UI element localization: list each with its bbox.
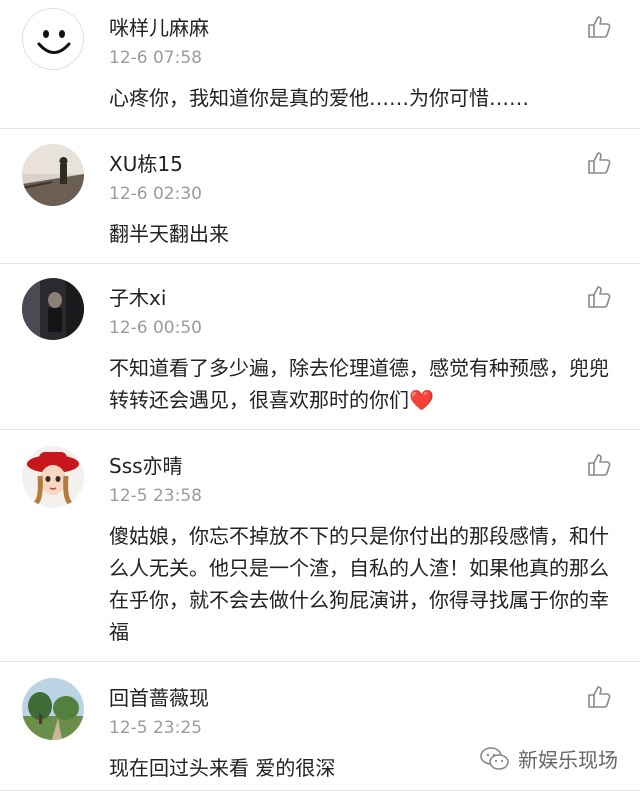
comment-text: 心疼你，我知道你是真的爱他……为你可惜……: [109, 86, 529, 110]
comment-time: 12-5 23:25: [109, 718, 202, 738]
thumbs-up-icon[interactable]: [586, 150, 612, 176]
comment-username[interactable]: 子木xi: [109, 282, 166, 311]
comment-username[interactable]: XU栋15: [109, 148, 183, 177]
landscape-trees-photo-icon: [22, 678, 84, 740]
avatar[interactable]: [22, 278, 84, 340]
heart-emoji-icon: ❤️: [409, 388, 434, 412]
watermark: 新娱乐现场: [480, 744, 618, 773]
dark-portrait-photo-icon: [22, 278, 84, 340]
comment-text: 翻半天翻出来: [109, 222, 229, 246]
thumbs-up-icon[interactable]: [586, 684, 612, 710]
comment-username[interactable]: 咪样儿麻麻: [109, 12, 209, 41]
comment-username[interactable]: 回首蔷薇现: [109, 682, 209, 711]
comment-time: 12-6 02:30: [109, 184, 202, 204]
avatar[interactable]: [22, 446, 84, 508]
thumbs-up-icon[interactable]: [586, 452, 612, 478]
comment-time: 12-6 07:58: [109, 48, 202, 68]
comment-item: XU栋15 12-6 02:30 翻半天翻出来: [0, 136, 640, 264]
avatar[interactable]: [22, 8, 84, 70]
comment-item: 咪样儿麻麻 12-6 07:58 心疼你，我知道你是真的爱他……为你可惜……: [0, 0, 640, 129]
thumbs-up-icon[interactable]: [586, 284, 612, 310]
avatar[interactable]: [22, 144, 84, 206]
thumbs-up-icon[interactable]: [586, 14, 612, 40]
avatar[interactable]: [22, 678, 84, 740]
person-on-bridge-photo-icon: [22, 144, 84, 206]
wechat-icon: [480, 746, 509, 770]
comment-username[interactable]: Sss亦晴: [109, 450, 183, 479]
comment-item: 子木xi 12-6 00:50 不知道看了多少遍，除去伦理道德，感觉有种预感，兜…: [0, 270, 640, 430]
comment-text: 不知道看了多少遍，除去伦理道德，感觉有种预感，兜兜转转还会遇见，很喜欢那时的你们…: [109, 352, 609, 416]
smiley-face-icon: [23, 9, 83, 69]
comment-time: 12-5 23:58: [109, 486, 202, 506]
comment-time: 12-6 00:50: [109, 318, 202, 338]
cartoon-girl-red-hat-icon: [22, 446, 84, 508]
comment-text-content: 不知道看了多少遍，除去伦理道德，感觉有种预感，兜兜转转还会遇见，很喜欢那时的你们: [109, 356, 609, 412]
comment-text: 傻姑娘，你忘不掉放不下的只是你付出的那段感情，和什么人无关。他只是一个渣，自私的…: [109, 524, 609, 644]
watermark-text: 新娱乐现场: [518, 748, 618, 772]
comment-item: Sss亦晴 12-5 23:58 傻姑娘，你忘不掉放不下的只是你付出的那段感情，…: [0, 438, 640, 662]
